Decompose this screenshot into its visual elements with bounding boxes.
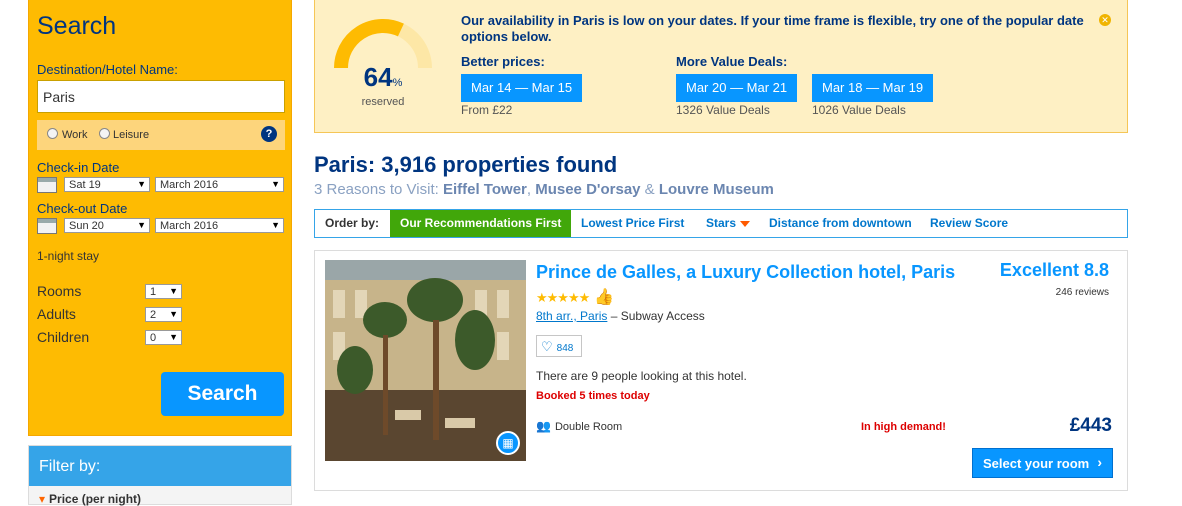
checkin-month-select[interactable]: March 2016 ▼ [155,177,284,192]
children-label: Children [37,329,90,345]
calendar-icon[interactable] [37,218,57,234]
search-button[interactable]: Search [161,372,284,416]
people-looking: There are 9 people looking at this hotel… [536,369,747,383]
thumbs-up-icon: 👍 [594,289,615,306]
availability-message: Our availability in Paris is low on your… [461,13,1084,44]
sort-bar: Order by: Our Recommendations First Lowe… [314,209,1128,238]
reason-link[interactable]: Eiffel Tower [443,181,527,198]
value-deals-sub: 1026 Value Deals [812,103,906,117]
reasons-to-visit: 3 Reasons to Visit: Eiffel Tower, Musee … [314,181,774,198]
sort-distance[interactable]: Distance from downtown [769,210,912,237]
filter-panel: Filter by: ▾ Price (per night) [28,445,292,506]
checkout-day-select[interactable]: Sun 20 ▼ [64,218,150,233]
checkin-day-select[interactable]: Sat 19 ▼ [64,177,150,192]
availability-gauge: 64% reserved [331,2,435,112]
travel-purpose-row: Work Leisure ? [37,120,285,150]
leisure-radio[interactable] [99,128,110,139]
reason-link[interactable]: Louvre Museum [659,181,774,198]
results-title: Paris: 3,916 properties found [314,152,618,177]
calendar-icon[interactable] [37,177,57,193]
sort-recommended[interactable]: Our Recommendations First [390,210,572,237]
checkout-month-select[interactable]: March 2016 ▼ [155,218,284,233]
reason-link[interactable]: Musee D'orsay [535,181,640,198]
leisure-label: Leisure [113,129,150,141]
search-title: Search [37,12,117,40]
better-prices-label: Better prices: [461,54,545,69]
hotel-name[interactable]: Prince de Galles, a Luxury Collection ho… [536,260,966,310]
adults-select[interactable]: 2 ▼ [145,307,182,322]
high-demand-badge: In high demand! [861,421,946,433]
heart-icon: ♡ [541,339,553,354]
booked-today: Booked 5 times today [536,390,650,402]
filter-price[interactable]: ▾ Price (per night) [39,492,141,506]
stay-length: 1-night stay [37,249,100,263]
value-dates-button[interactable]: Mar 20 — Mar 21 [676,74,798,102]
hotel-location: 8th arr., Paris – Subway Access [536,309,705,323]
value-deals-sub: 1326 Value Deals [676,103,770,117]
rooms-label: Rooms [37,283,82,299]
children-select[interactable]: 0 ▼ [145,330,182,345]
work-radio[interactable] [47,128,58,139]
sort-label: Order by: [325,216,380,230]
value-dates-button[interactable]: Mar 18 — Mar 19 [812,74,934,102]
sort-stars[interactable]: Stars [706,210,751,237]
better-dates-button[interactable]: Mar 14 — Mar 15 [461,74,583,102]
work-label: Work [62,129,88,141]
favorite-button[interactable]: ♡ 848 [536,335,582,357]
hotel-price: £443 [1069,415,1112,436]
sort-review-score[interactable]: Review Score [930,210,1008,237]
destination-label: Destination/Hotel Name: [37,62,178,77]
hotel-photo[interactable]: ▦ [325,260,526,461]
value-deals-label: More Value Deals: [676,54,788,69]
select-room-button[interactable]: Select your room › [972,448,1113,478]
checkout-label: Check-out Date [37,201,128,216]
review-count[interactable]: 246 reviews [1056,287,1109,298]
checkin-label: Check-in Date [37,160,120,175]
hotel-card: ▦ Prince de Galles, a Luxury Collection … [314,250,1128,491]
better-prices-sub: From £22 [461,103,513,117]
adults-label: Adults [37,306,76,322]
sort-lowest-price[interactable]: Lowest Price First [581,210,684,237]
chevron-right-icon: › [1097,454,1102,470]
chevron-down-icon: ▾ [39,492,46,506]
star-rating-icon: ★★★★★ [536,290,590,305]
room-type: 👥 Double Room [536,419,623,433]
search-panel: Search Destination/Hotel Name: Paris Wor… [28,0,292,436]
caret-down-icon [740,220,751,227]
availability-banner: 64% reserved Our availability in Paris i… [314,0,1128,133]
gauge-label: reserved [361,96,405,108]
help-icon[interactable]: ? [261,126,277,142]
people-icon: 👥 [536,419,551,433]
filter-title: Filter by: [29,446,291,486]
subway-icon: ▦ [496,431,520,455]
gauge-percent: 64% [363,62,403,92]
district-link[interactable]: 8th arr., Paris [536,309,607,323]
destination-input[interactable]: Paris [37,80,285,113]
close-icon[interactable]: ✕ [1099,14,1111,26]
rooms-select[interactable]: 1 ▼ [145,284,182,299]
review-score[interactable]: Excellent 8.8 [1000,260,1109,281]
